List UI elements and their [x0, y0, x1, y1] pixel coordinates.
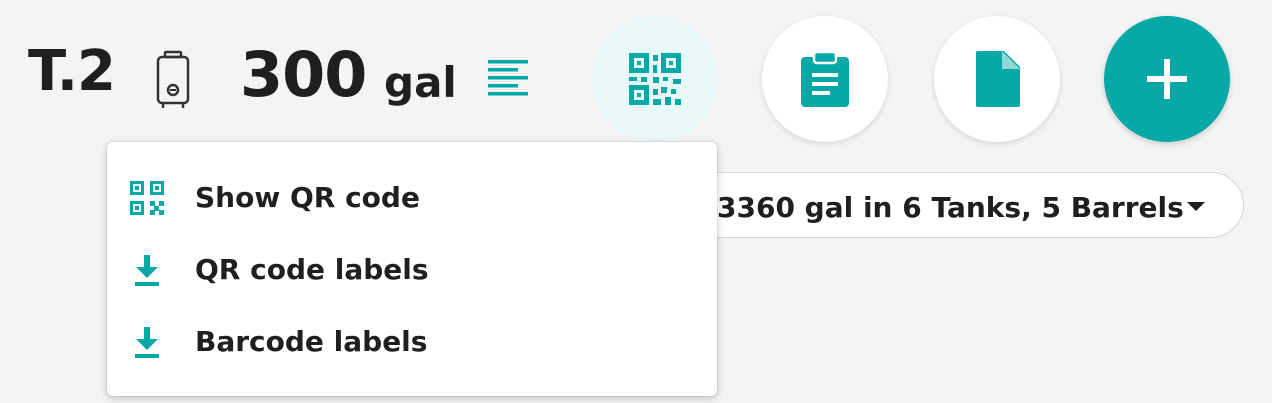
volume-summary-dropdown[interactable]: 3360 gal in 6 Tanks, 5 Barrels	[640, 172, 1244, 238]
menu-item-qr-code-labels[interactable]: QR code labels	[107, 234, 717, 298]
menu-item-show-qr-code[interactable]: Show QR code	[107, 162, 717, 226]
plus-icon	[1147, 59, 1187, 99]
notes-button[interactable]	[762, 16, 888, 142]
qr-code-icon	[130, 181, 164, 215]
menu-item-label: Barcode labels	[195, 325, 428, 358]
download-icon	[135, 255, 159, 286]
volume-summary-text: 3360 gal in 6 Tanks, 5 Barrels	[717, 191, 1184, 224]
qr-code-menu: Show QR code QR code labels Barcode labe…	[107, 142, 717, 396]
document-button[interactable]	[934, 16, 1060, 142]
download-icon	[135, 327, 159, 358]
menu-item-label: Show QR code	[195, 181, 420, 214]
volume-unit: gal	[384, 58, 457, 107]
menu-item-label: QR code labels	[195, 253, 429, 286]
qr-code-icon	[629, 53, 681, 105]
document-icon	[976, 51, 1020, 107]
menu-item-barcode-labels[interactable]: Barcode labels	[107, 306, 717, 370]
tank-detail-page: T.2 300 gal 3360 gal in 6 Tanks, 5 Barre…	[0, 0, 1272, 403]
tank-icon	[156, 50, 190, 108]
add-button[interactable]	[1104, 16, 1230, 142]
clipboard-icon	[801, 50, 849, 107]
caret-down-icon	[1187, 202, 1205, 211]
tank-name: T.2	[28, 39, 116, 104]
notes-list-icon[interactable]	[486, 58, 530, 100]
volume-value: 300	[240, 38, 367, 111]
qr-code-button[interactable]	[592, 16, 718, 142]
